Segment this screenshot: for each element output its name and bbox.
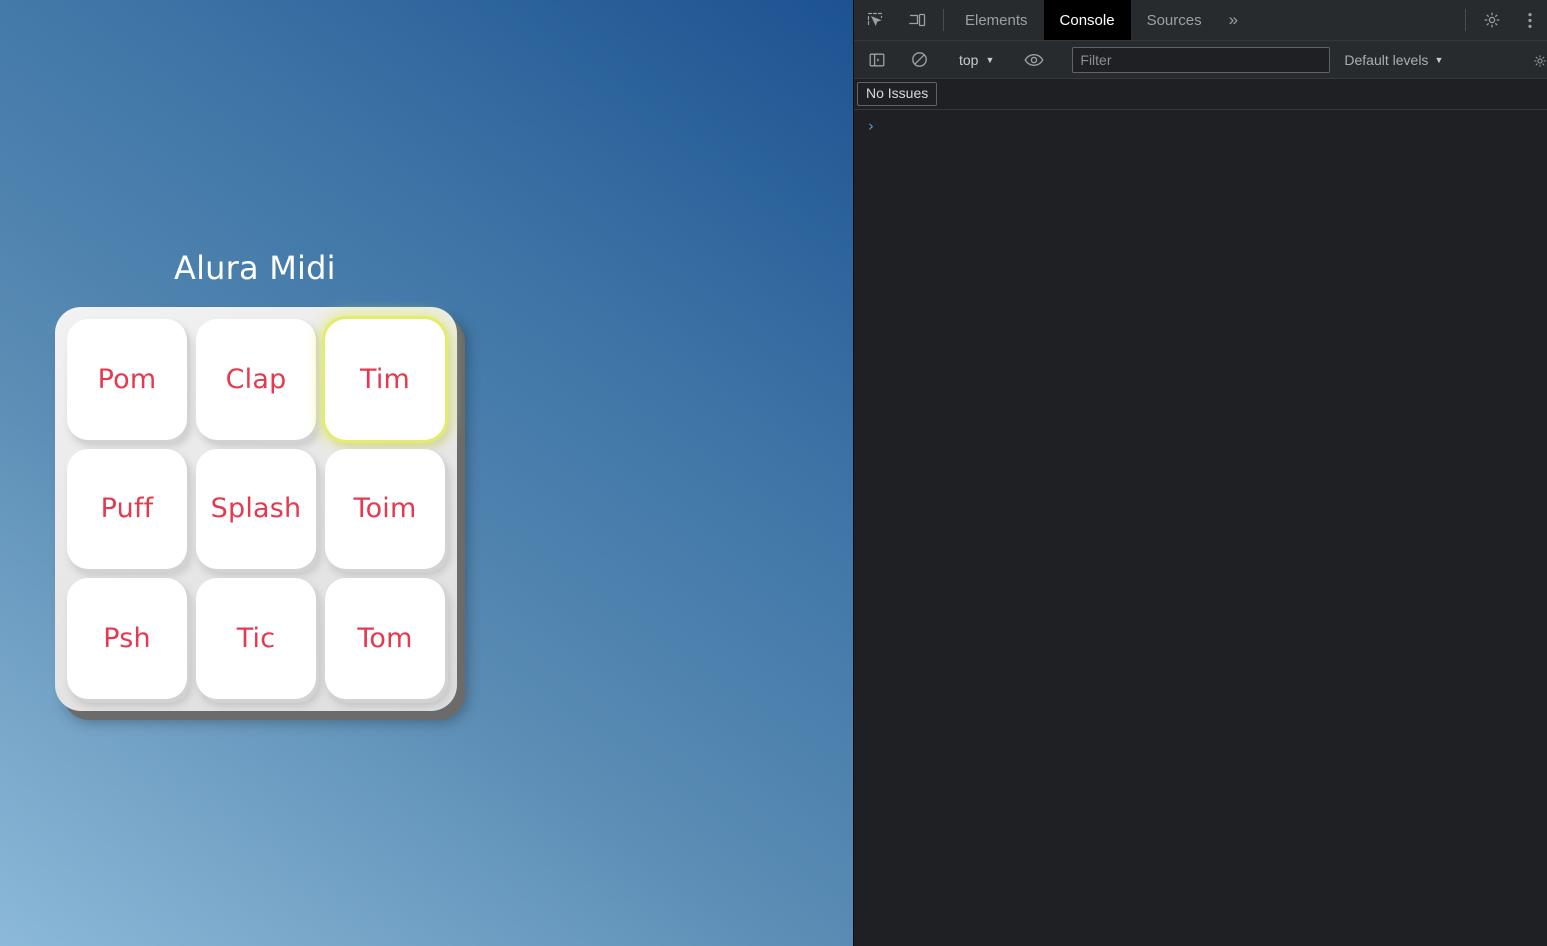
- execution-context-dropdown[interactable]: top ▼: [951, 47, 1002, 73]
- console-toolbar: top ▼ Default levels ▼: [854, 41, 1547, 79]
- clear-console-icon[interactable]: [898, 51, 940, 68]
- page-content: Alura Midi Pom Clap Tim Puff Splash Toim…: [0, 0, 853, 946]
- pad-label: Tic: [236, 623, 276, 655]
- vertical-dots-icon[interactable]: [1513, 0, 1547, 40]
- pad-toim[interactable]: Toim: [325, 448, 445, 570]
- log-levels-dropdown[interactable]: Default levels ▼: [1336, 47, 1451, 73]
- issues-bar: No Issues: [854, 79, 1547, 110]
- filter-input[interactable]: [1072, 46, 1331, 73]
- page-title: Alura Midi: [174, 249, 336, 287]
- pad-psh[interactable]: Psh: [67, 578, 187, 699]
- log-levels-label: Default levels: [1344, 51, 1429, 68]
- devtools-tabbar: Elements Console Sources »: [854, 0, 1547, 41]
- pad-label: Puff: [100, 493, 154, 525]
- drum-pad-board: Pom Clap Tim Puff Splash Toim Psh Tic To…: [55, 307, 457, 711]
- pad-label: Splash: [210, 493, 302, 525]
- pad-label: Tim: [359, 363, 411, 395]
- toolbar-divider-right: [1465, 9, 1466, 31]
- tabbar-spacer: [1247, 0, 1460, 40]
- pad-label: Psh: [103, 623, 151, 655]
- screen: Alura Midi Pom Clap Tim Puff Splash Toim…: [0, 0, 1547, 946]
- prompt-chevron-icon: ›: [868, 117, 874, 135]
- pad-pom[interactable]: Pom: [67, 319, 187, 440]
- console-sidebar-icon[interactable]: [856, 52, 898, 68]
- tab-sources[interactable]: Sources: [1131, 0, 1218, 40]
- live-expression-eye-icon[interactable]: [1013, 53, 1055, 67]
- devtools-panel: Elements Console Sources » top ▼ Filter …: [853, 0, 1547, 946]
- pad-label: Pom: [97, 363, 157, 395]
- pad-tim[interactable]: Tim: [325, 319, 445, 440]
- execution-context-label: top: [959, 51, 979, 68]
- device-toolbar-icon[interactable]: [896, 0, 938, 40]
- pad-label: Toim: [353, 493, 417, 525]
- pad-tic[interactable]: Tic: [196, 578, 316, 699]
- pad-label: Clap: [225, 363, 287, 395]
- no-issues-button[interactable]: No Issues: [857, 82, 938, 106]
- tab-elements[interactable]: Elements: [949, 0, 1044, 40]
- chevron-down-icon: ▼: [1434, 54, 1444, 65]
- console-prompt-row[interactable]: ›: [854, 110, 1547, 135]
- pad-label: Tom: [357, 623, 413, 655]
- chevron-down-icon: ▼: [985, 54, 995, 65]
- pad-splash[interactable]: Splash: [196, 448, 316, 570]
- console-settings-gear-icon[interactable]: [1533, 44, 1547, 78]
- console-prompt-input[interactable]: [882, 119, 1547, 135]
- more-tabs-icon[interactable]: »: [1218, 0, 1247, 40]
- gear-icon[interactable]: [1471, 0, 1513, 40]
- pad-puff[interactable]: Puff: [67, 448, 187, 570]
- pad-clap[interactable]: Clap: [196, 319, 316, 440]
- console-output-area[interactable]: ›: [854, 110, 1547, 946]
- page-viewport: Alura Midi Pom Clap Tim Puff Splash Toim…: [0, 0, 853, 946]
- inspect-element-icon[interactable]: [854, 0, 896, 40]
- pad-tom[interactable]: Tom: [325, 578, 445, 699]
- toolbar-divider: [943, 9, 944, 31]
- tab-console[interactable]: Console: [1043, 0, 1131, 40]
